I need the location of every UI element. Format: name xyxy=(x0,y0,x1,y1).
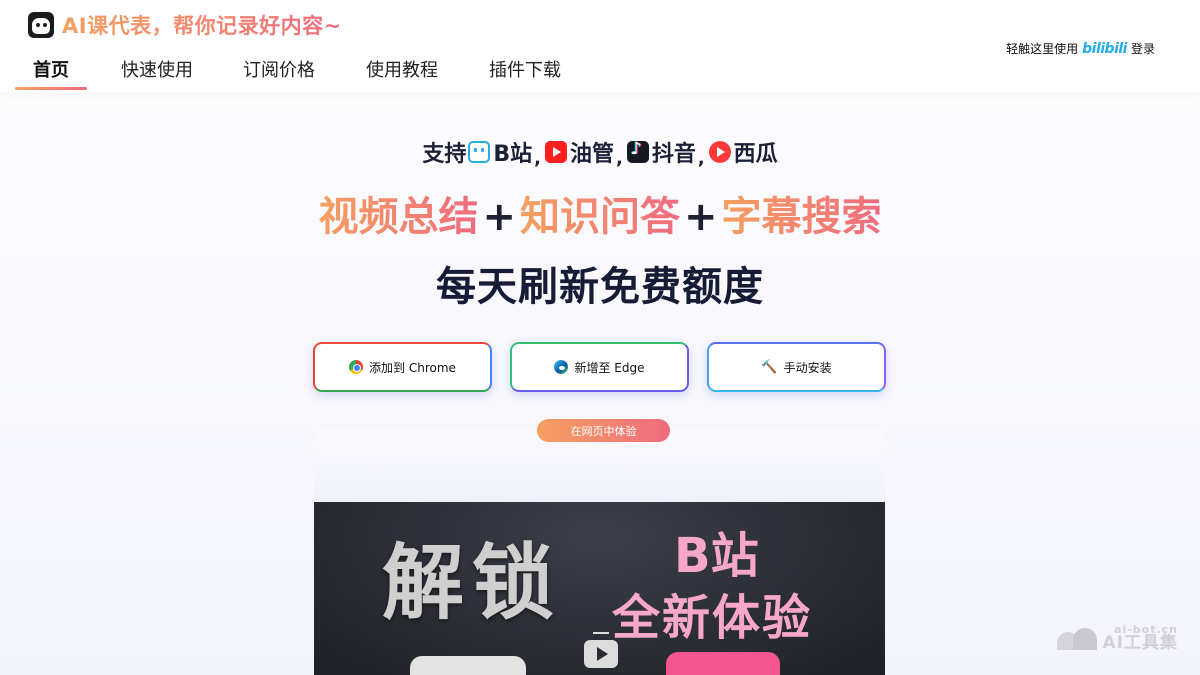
login-suffix: 登录 xyxy=(1130,42,1155,56)
nav-pricing[interactable]: 订阅价格 xyxy=(242,54,316,90)
brand[interactable]: AI课代表，帮你记录好内容~ xyxy=(28,10,342,40)
platform-douyin: 抖音 xyxy=(625,136,696,168)
add-to-edge-button[interactable]: 新增至 Edge xyxy=(510,342,689,392)
play-icon[interactable] xyxy=(584,632,618,668)
nav-download[interactable]: 插件下载 xyxy=(488,54,562,90)
feature-subtitle-search: 字幕搜索 xyxy=(721,194,882,240)
hammer-icon: 🔨 xyxy=(761,359,778,375)
bilibili-login-link[interactable]: 轻触这里使用 bilibili 登录 xyxy=(1006,40,1155,57)
platform-name: 西瓜 xyxy=(733,142,778,167)
login-prefix: 轻触这里使用 xyxy=(1006,42,1079,56)
promo-video[interactable]: 解锁 B站 全新体验 xyxy=(314,502,885,675)
video-text-bilibili: B站 xyxy=(674,528,759,584)
try-in-web-button[interactable]: 在网页中体验 xyxy=(537,419,670,442)
daily-quota-headline: 每天刷新免费额度 xyxy=(436,264,764,310)
manual-install-button[interactable]: 🔨 手动安装 xyxy=(707,342,886,392)
header: AI课代表，帮你记录好内容~ 首页 快速使用 订阅价格 使用教程 插件下载 轻触… xyxy=(0,0,1200,92)
platform-youtube: 油管 xyxy=(543,136,614,168)
install-buttons: 添加到 Chrome 新增至 Edge 🔨 手动安装 xyxy=(313,342,886,392)
video-text-unlock: 解锁 xyxy=(382,536,563,631)
nav-tutorial[interactable]: 使用教程 xyxy=(365,54,439,90)
feature-video-summary: 视频总结 xyxy=(318,194,479,240)
platform-xigua: 西瓜 xyxy=(707,136,778,168)
platform-bilibili: B站 xyxy=(466,136,532,168)
video-text-new-experience: 全新体验 xyxy=(612,590,813,646)
separator: , xyxy=(615,147,623,169)
platform-name: 油管 xyxy=(569,142,614,167)
plus-sign: + xyxy=(684,194,718,240)
video-card-left xyxy=(410,656,526,675)
xigua-icon xyxy=(708,141,731,163)
feature-qa: 知识问答 xyxy=(520,194,680,240)
add-to-chrome-button[interactable]: 添加到 Chrome xyxy=(313,342,492,392)
feature-headline: 视频总结 + 知识问答 + 字幕搜索 xyxy=(0,184,1200,242)
bilibili-icon xyxy=(468,141,491,163)
brand-title: AI课代表，帮你记录好内容~ xyxy=(62,10,342,40)
platform-name: 抖音 xyxy=(651,142,696,167)
plus-sign: + xyxy=(482,194,516,240)
button-label: 新增至 Edge xyxy=(574,360,645,375)
watermark-name: AI工具集 xyxy=(1102,633,1178,653)
nav-quick-start[interactable]: 快速使用 xyxy=(120,54,194,90)
separator: , xyxy=(534,147,541,169)
support-label: 支持 xyxy=(422,142,467,167)
video-card-right xyxy=(666,652,780,675)
youtube-icon xyxy=(544,141,567,163)
platform-name: B站 xyxy=(493,142,533,167)
nav-home[interactable]: 首页 xyxy=(15,54,87,90)
button-label: 手动安装 xyxy=(783,360,832,375)
separator: , xyxy=(697,147,705,169)
douyin-icon xyxy=(626,139,649,163)
button-label: 添加到 Chrome xyxy=(369,360,456,375)
main-nav: 首页 快速使用 订阅价格 使用教程 插件下载 xyxy=(15,54,562,92)
chrome-icon xyxy=(349,360,364,374)
watermark: ai-bot.cn AI工具集 xyxy=(1056,624,1178,653)
edge-icon xyxy=(554,360,569,374)
supported-platforms: 支持 B站 , 油管 , 抖音 , 西瓜 xyxy=(0,136,1200,169)
watermark-logo-icon xyxy=(1056,624,1097,652)
logo-icon xyxy=(28,12,54,38)
bilibili-logo-icon: bilibili xyxy=(1082,40,1127,57)
